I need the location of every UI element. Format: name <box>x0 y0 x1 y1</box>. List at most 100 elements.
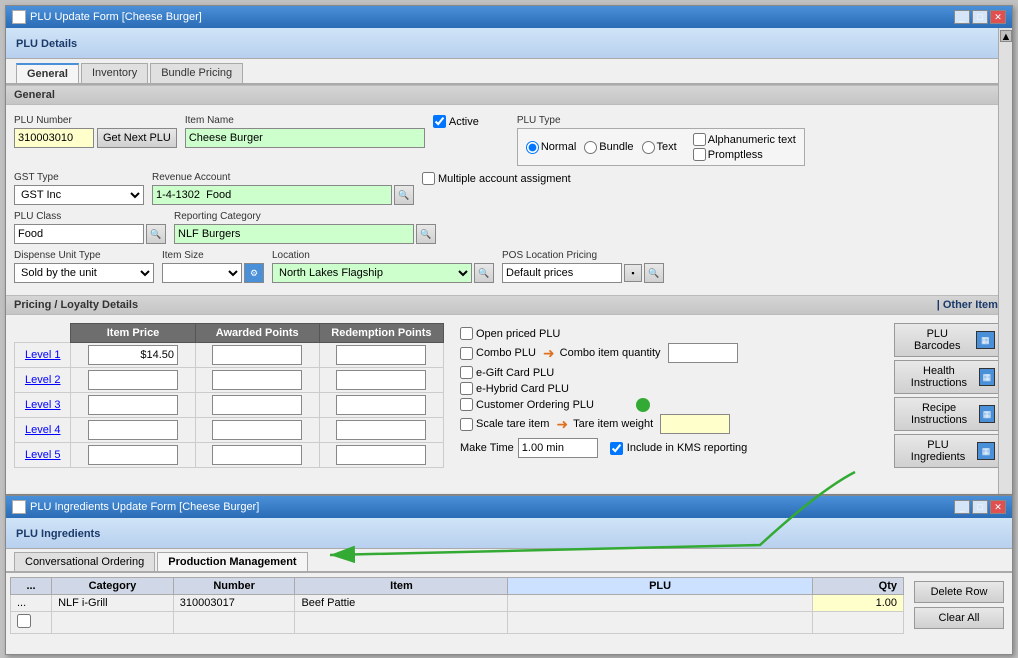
ing-maximize-button[interactable]: □ <box>972 500 988 514</box>
level-1-redemption-input[interactable] <box>336 345 426 365</box>
open-priced-checkbox[interactable] <box>460 327 473 340</box>
main-title-bar: PLU Update Form [Cheese Burger] _ □ ✕ <box>6 6 1012 28</box>
form-row-1: PLU Number Get Next PLU Item Name Active… <box>14 115 1004 166</box>
multiple-account-group: Multiple account assigment <box>422 172 571 187</box>
plu-class-input[interactable] <box>14 224 144 244</box>
table-row: Level 3 <box>15 393 444 418</box>
alphanumeric-checkbox[interactable] <box>693 133 706 146</box>
ingredient-buttons: Delete Row Clear All <box>910 577 1008 634</box>
delete-row-button[interactable]: Delete Row <box>914 581 1004 603</box>
radio-text[interactable] <box>642 141 655 154</box>
item-name-input[interactable] <box>185 128 425 148</box>
level-4-link[interactable]: Level 4 <box>25 424 60 436</box>
row-category: NLF i-Grill <box>52 595 174 612</box>
pos-pricing-icon-button[interactable]: ▪ <box>624 264 642 282</box>
level-3-price-input[interactable] <box>88 395 178 415</box>
plu-ingredients-button[interactable]: PLU Ingredients ▦ <box>894 434 1004 468</box>
revenue-account-input[interactable] <box>152 185 392 205</box>
combo-qty-input[interactable] <box>668 343 738 363</box>
main-scrollbar[interactable]: ▲ <box>998 28 1012 494</box>
radio-bundle[interactable] <box>584 141 597 154</box>
ing-tab-conversational[interactable]: Conversational Ordering <box>14 552 155 571</box>
revenue-account-browse-button[interactable]: 🔍 <box>394 185 414 205</box>
level-2-link[interactable]: Level 2 <box>25 374 60 386</box>
minimize-button[interactable]: _ <box>954 10 970 24</box>
ehybrid-checkbox[interactable] <box>460 382 473 395</box>
level-3-awarded-input[interactable] <box>212 395 302 415</box>
radio-normal-label: Normal <box>541 141 576 153</box>
plu-class-browse-button[interactable]: 🔍 <box>146 224 166 244</box>
radio-bundle-group: Bundle <box>584 141 633 154</box>
location-browse-button[interactable]: 🔍 <box>474 263 494 283</box>
empty-row-checkbox[interactable] <box>17 614 31 628</box>
get-next-plu-button[interactable]: Get Next PLU <box>97 128 177 148</box>
ing-minimize-button[interactable]: _ <box>954 500 970 514</box>
level-5-price-input[interactable] <box>88 445 178 465</box>
item-size-select[interactable] <box>162 263 242 283</box>
tare-weight-label: Tare item weight <box>573 418 653 430</box>
level-4-redemption-input[interactable] <box>336 420 426 440</box>
level-2-price-input[interactable] <box>88 370 178 390</box>
ing-close-button[interactable]: ✕ <box>990 500 1006 514</box>
make-time-input[interactable] <box>518 438 598 458</box>
gst-type-select[interactable]: GST Inc <box>14 185 144 205</box>
scroll-up-button[interactable]: ▲ <box>1000 30 1012 42</box>
active-checkbox[interactable] <box>433 115 446 128</box>
level-1-price-input[interactable] <box>88 345 178 365</box>
plu-details-header: PLU Details <box>6 28 1012 59</box>
tab-general[interactable]: General <box>16 63 79 83</box>
open-priced-group: Open priced PLU <box>460 327 878 340</box>
level-2-redemption-input[interactable] <box>336 370 426 390</box>
plu-number-input[interactable] <box>14 128 94 148</box>
table-row: ... NLF i-Grill 310003017 Beef Pattie 1.… <box>11 595 904 612</box>
level-1-awarded-input[interactable] <box>212 345 302 365</box>
combo-plu-checkbox[interactable] <box>460 347 473 360</box>
level-4-awarded-input[interactable] <box>212 420 302 440</box>
level-3-redemption-input[interactable] <box>336 395 426 415</box>
tab-inventory[interactable]: Inventory <box>81 63 148 83</box>
recipe-instructions-button[interactable]: Recipe Instructions ▦ <box>894 397 1004 431</box>
level-3-link[interactable]: Level 3 <box>25 399 60 411</box>
plu-barcodes-button[interactable]: PLU Barcodes ▦ <box>894 323 1004 357</box>
reporting-category-input[interactable] <box>174 224 414 244</box>
kms-checkbox[interactable] <box>610 442 623 455</box>
dispense-unit-select[interactable]: Sold by the unit <box>14 263 154 283</box>
item-size-browse-button[interactable]: ⚙ <box>244 263 264 283</box>
recipe-instructions-label: Recipe Instructions <box>903 402 975 426</box>
plu-number-label: PLU Number <box>14 115 177 126</box>
maximize-button[interactable]: □ <box>972 10 988 24</box>
level-5-awarded-input[interactable] <box>212 445 302 465</box>
ing-tab-production[interactable]: Production Management <box>157 552 307 571</box>
col-number-header: Number <box>173 578 295 595</box>
form-row-2: GST Type GST Inc Revenue Account 🔍 Multi… <box>14 172 1004 205</box>
radio-normal[interactable] <box>526 141 539 154</box>
level-1-link[interactable]: Level 1 <box>25 349 60 361</box>
row-item: Beef Pattie <box>295 595 508 612</box>
level-5-redemption-input[interactable] <box>336 445 426 465</box>
col-qty-header: Qty <box>812 578 903 595</box>
location-select[interactable]: North Lakes Flagship <box>272 263 472 283</box>
level-4-price-input[interactable] <box>88 420 178 440</box>
level-5-link[interactable]: Level 5 <box>25 449 60 461</box>
clear-all-button[interactable]: Clear All <box>914 607 1004 629</box>
plu-number-group: PLU Number Get Next PLU <box>14 115 177 148</box>
reporting-category-browse-button[interactable]: 🔍 <box>416 224 436 244</box>
promptless-checkbox[interactable] <box>693 148 706 161</box>
pos-pricing-input[interactable] <box>502 263 622 283</box>
multiple-account-checkbox[interactable] <box>422 172 435 185</box>
health-instructions-icon: ▦ <box>979 368 995 386</box>
tare-weight-input[interactable] <box>660 414 730 434</box>
tab-bundle-pricing[interactable]: Bundle Pricing <box>150 63 243 83</box>
redemption-points-header: Redemption Points <box>319 324 443 343</box>
level-2-awarded-input[interactable] <box>212 370 302 390</box>
pos-pricing-browse-button[interactable]: 🔍 <box>644 263 664 283</box>
customer-ordering-checkbox[interactable] <box>460 398 473 411</box>
gst-type-label: GST Type <box>14 172 144 183</box>
health-instructions-button[interactable]: Health Instructions ▦ <box>894 360 1004 394</box>
close-button[interactable]: ✕ <box>990 10 1006 24</box>
plu-type-radios: Normal Bundle Text <box>526 133 796 161</box>
tare-arrow: ➜ <box>556 416 568 433</box>
egift-checkbox[interactable] <box>460 366 473 379</box>
form-area: PLU Number Get Next PLU Item Name Active… <box>6 109 1012 295</box>
scale-tare-checkbox[interactable] <box>460 418 473 431</box>
